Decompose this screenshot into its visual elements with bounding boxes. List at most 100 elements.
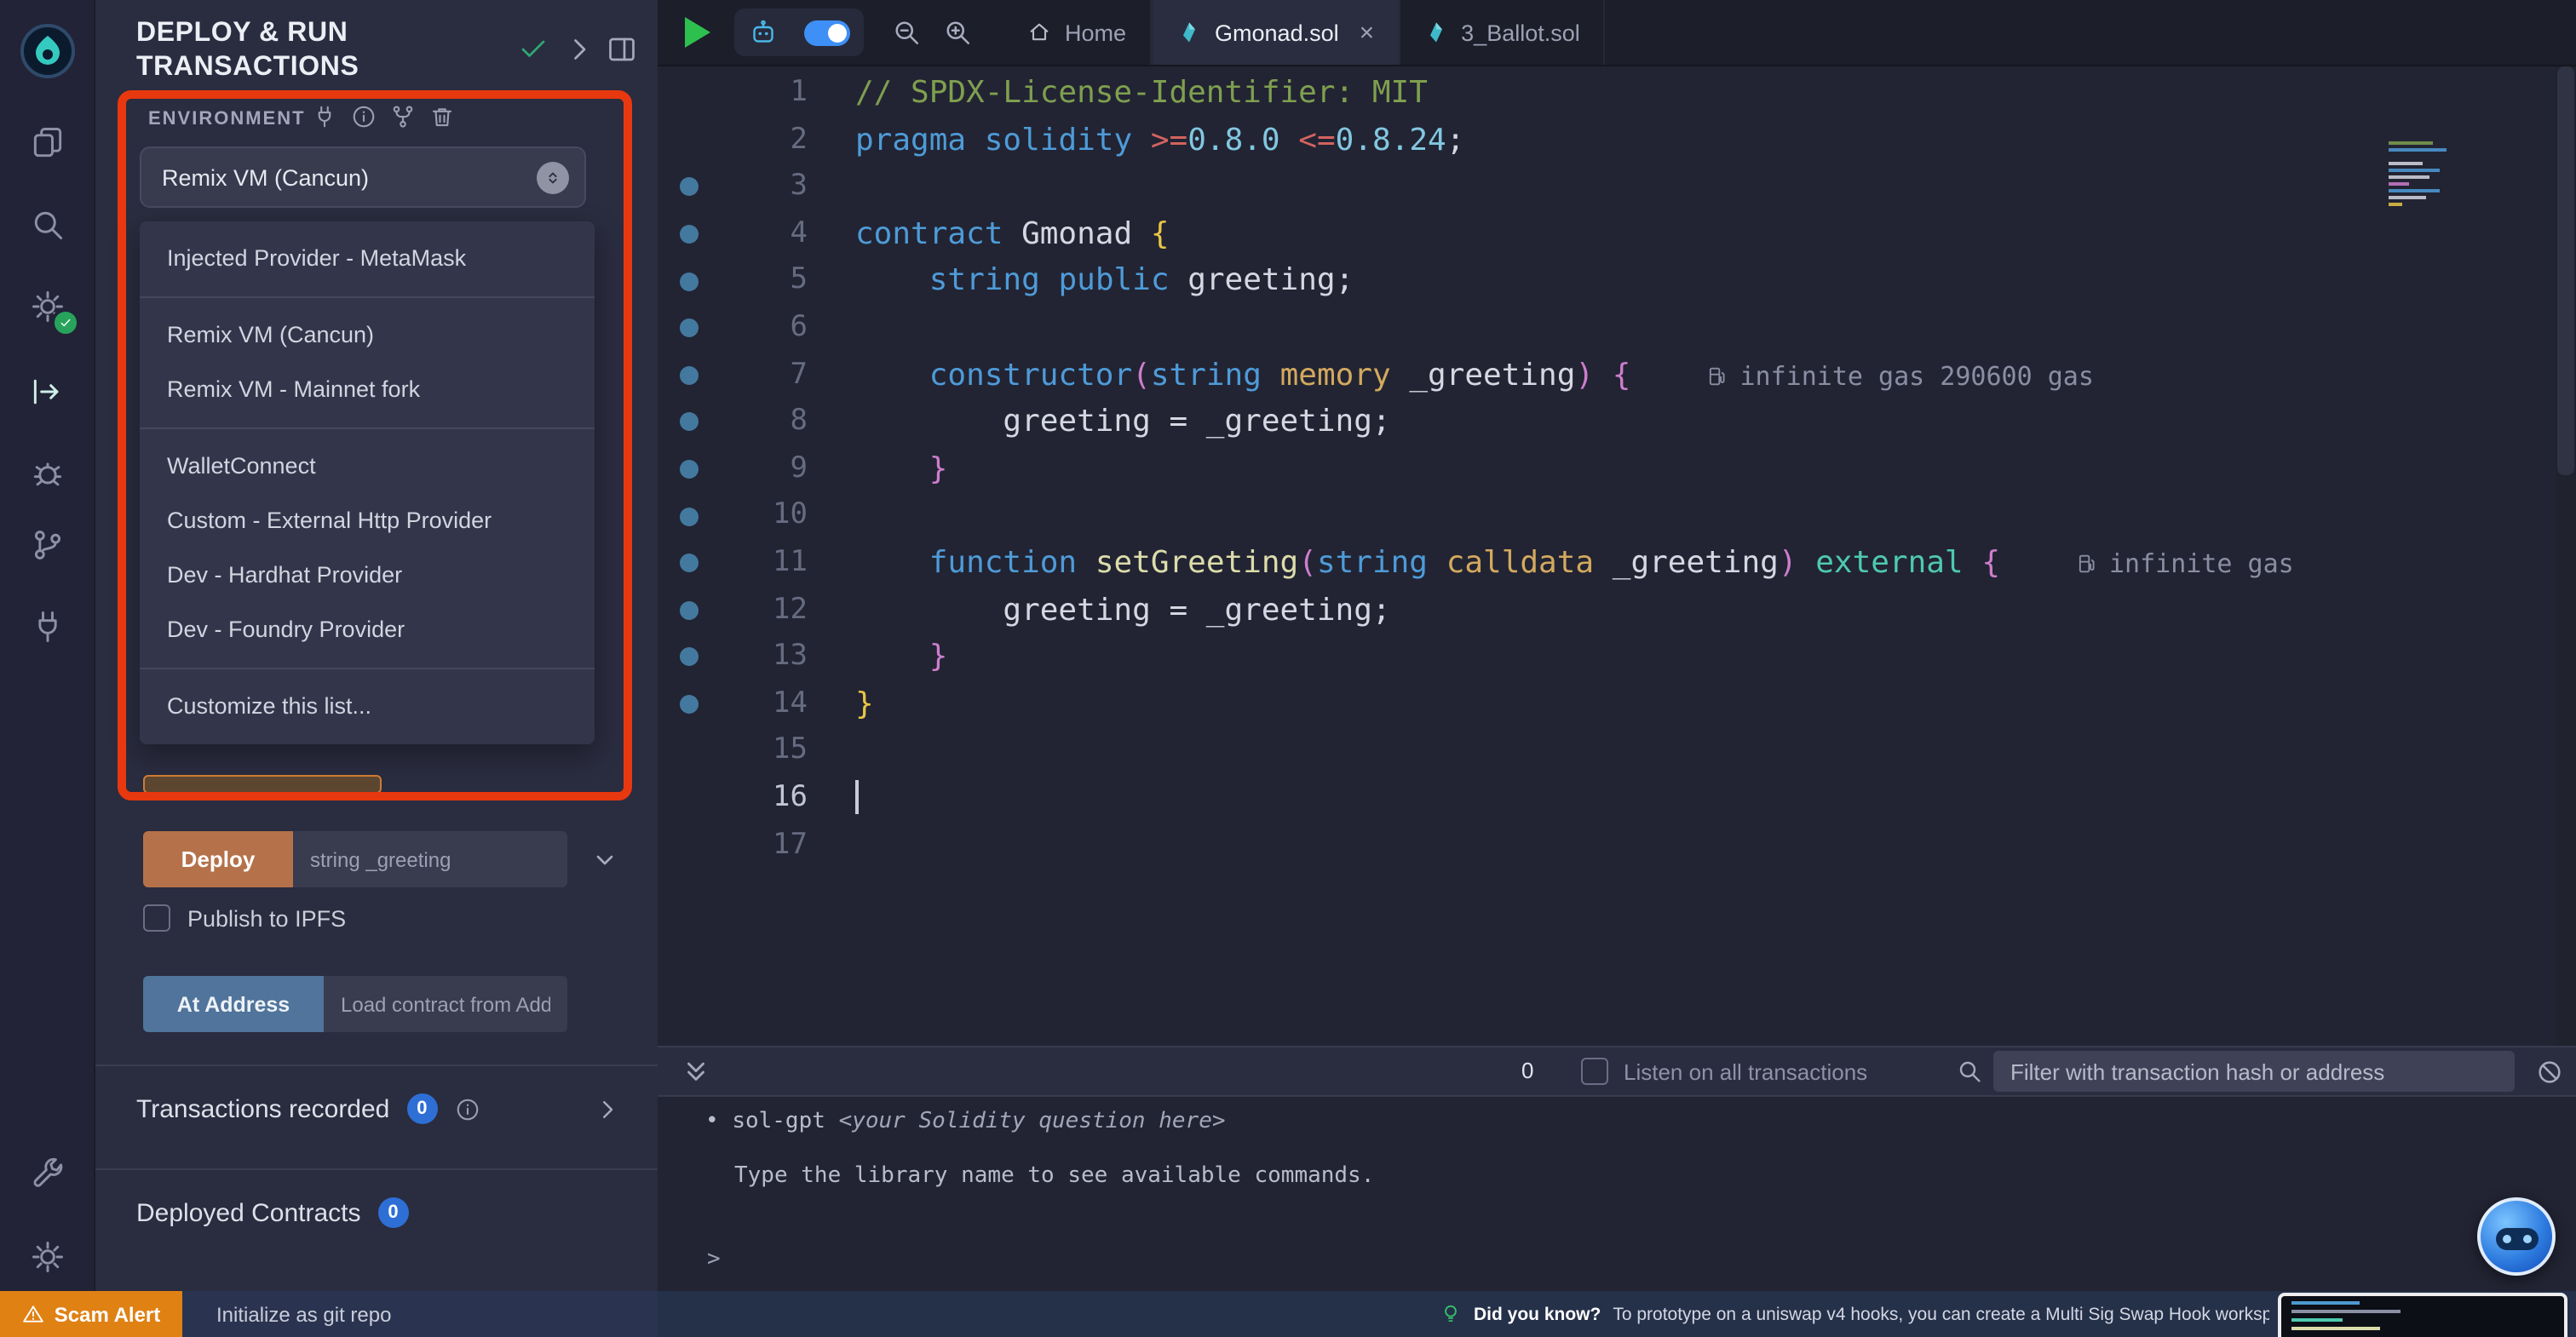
environment-option[interactable]: WalletConnect (140, 439, 595, 494)
chevron-right-icon[interactable] (595, 1096, 620, 1122)
gutter[interactable] (658, 258, 719, 305)
scrollbar-handle[interactable] (2557, 66, 2574, 475)
listen-all-transactions-checkbox[interactable] (1581, 1058, 1608, 1085)
code-line[interactable]: 5 string public greeting; (658, 258, 2576, 305)
code-line[interactable]: 17 (658, 822, 2576, 869)
gutter[interactable] (658, 540, 719, 587)
collapse-terminal-icon[interactable] (681, 1058, 710, 1087)
code-editor[interactable]: 1 // SPDX-License-Identifier: MIT 2 pragma … (658, 66, 2576, 1046)
run-script-button[interactable] (685, 17, 710, 48)
code-line[interactable]: 9 } (658, 446, 2576, 493)
code-line[interactable]: 11 function setGreeting(string calldata … (658, 540, 2576, 587)
plugin-manager-icon[interactable] (0, 589, 94, 664)
code-line[interactable]: 14} (658, 680, 2576, 727)
screen-recording-preview[interactable] (2278, 1293, 2567, 1337)
terminal-output[interactable]: • sol-gpt <your Solidity question here> … (658, 1097, 2576, 1291)
info-icon[interactable] (351, 104, 377, 129)
scam-alert-button[interactable]: Scam Alert (0, 1291, 182, 1337)
code-line[interactable]: 12 greeting = _greeting; (658, 587, 2576, 634)
environment-option[interactable]: Customize this list... (140, 680, 595, 734)
terminal-prompt[interactable]: > (707, 1247, 721, 1272)
environment-option[interactable]: Remix VM (Cancun) (140, 308, 595, 363)
environment-select[interactable]: Remix VM (Cancun) (140, 146, 586, 208)
tab-gmonad-sol[interactable]: Gmonad.sol × (1152, 0, 1400, 65)
solidity-compiler-icon[interactable] (0, 269, 94, 344)
dropdown-divider (140, 296, 595, 298)
gutter[interactable] (658, 822, 719, 869)
gutter[interactable] (658, 680, 719, 727)
init-git-repo-button[interactable]: Initialize as git repo (182, 1291, 658, 1337)
transaction-filter-input[interactable] (1993, 1051, 2515, 1092)
clear-console-icon[interactable] (2535, 1058, 2564, 1087)
search-icon[interactable] (1956, 1058, 1983, 1085)
code-line[interactable]: 10 (658, 493, 2576, 540)
evm-version-badge[interactable] (537, 162, 569, 194)
tab-3-ballot-sol[interactable]: 3_Ballot.sol (1400, 0, 1606, 65)
minimap[interactable] (2389, 138, 2464, 209)
remix-logo[interactable] (0, 14, 94, 89)
code-line[interactable]: 6 (658, 305, 2576, 352)
gutter[interactable] (658, 775, 719, 822)
code-text (808, 775, 859, 822)
gutter[interactable] (658, 70, 719, 117)
terminal-hint: <your Solidity question here> (838, 1109, 1226, 1134)
code-line[interactable]: 8 greeting = _greeting; (658, 399, 2576, 445)
code-line[interactable]: 1 // SPDX-License-Identifier: MIT (658, 70, 2576, 117)
code-line[interactable]: 15 (658, 728, 2576, 775)
gutter[interactable] (658, 493, 719, 540)
at-address-button[interactable]: At Address (143, 976, 324, 1032)
zoom-out-icon[interactable] (891, 17, 922, 48)
environment-option[interactable]: Injected Provider - MetaMask (140, 232, 595, 286)
environment-option[interactable]: Custom - External Http Provider (140, 494, 595, 548)
remix-ai-assistant-button[interactable] (2477, 1197, 2556, 1276)
deploy-button[interactable]: Deploy (143, 831, 293, 887)
code-line[interactable]: 4 contract Gmonad { (658, 211, 2576, 258)
line-number: 11 (773, 544, 808, 579)
code-line[interactable]: 7 constructor(string memory _greeting) {… (658, 352, 2576, 399)
tab-home[interactable]: Home (1003, 0, 1153, 65)
deployed-contracts-row[interactable]: Deployed Contracts 0 (136, 1197, 630, 1228)
copilot-toggle[interactable] (804, 20, 850, 45)
environment-option[interactable]: Dev - Foundry Provider (140, 603, 595, 657)
trash-icon[interactable] (429, 104, 455, 129)
gutter[interactable] (658, 352, 719, 399)
environment-option[interactable]: Dev - Hardhat Provider (140, 548, 595, 603)
transactions-recorded-row[interactable]: Transactions recorded 0 (136, 1093, 630, 1124)
pin-icon[interactable] (312, 104, 337, 129)
gutter[interactable] (658, 587, 719, 634)
publish-ipfs-checkbox[interactable] (143, 904, 170, 932)
deploy-run-icon[interactable] (0, 354, 94, 429)
code-line[interactable]: 3 (658, 164, 2576, 210)
chevron-right-icon[interactable] (564, 34, 595, 65)
debugger-icon[interactable] (0, 436, 94, 511)
close-icon[interactable]: × (1360, 18, 1375, 47)
info-icon[interactable] (454, 1096, 480, 1122)
editor-scrollbar[interactable] (2556, 66, 2576, 1046)
gutter[interactable] (658, 211, 719, 258)
at-address-input[interactable] (324, 976, 567, 1032)
split-panel-icon[interactable] (607, 34, 637, 65)
git-icon[interactable] (0, 508, 94, 582)
fork-icon[interactable] (390, 104, 416, 129)
settings-gear-icon[interactable] (0, 1219, 94, 1294)
tools-wrench-icon[interactable] (0, 1136, 94, 1211)
gutter[interactable] (658, 164, 719, 210)
code-line[interactable]: 2 pragma solidity >=0.8.0 <=0.8.24; (658, 117, 2576, 164)
gutter[interactable] (658, 634, 719, 680)
code-line[interactable]: 16 (658, 775, 2576, 822)
file-explorer-icon[interactable] (0, 106, 94, 181)
gutter[interactable] (658, 399, 719, 445)
terminal-line: Type the library name to see available c… (734, 1163, 1375, 1189)
gutter[interactable] (658, 446, 719, 493)
environment-option[interactable]: Remix VM - Mainnet fork (140, 363, 595, 417)
zoom-in-icon[interactable] (942, 17, 973, 48)
gutter[interactable] (658, 117, 719, 164)
chevron-down-icon[interactable] (591, 846, 618, 873)
search-icon[interactable] (0, 187, 94, 262)
gutter[interactable] (658, 305, 719, 352)
code-line[interactable]: 13 } (658, 634, 2576, 680)
constructor-args-input[interactable] (293, 831, 567, 887)
gutter[interactable] (658, 728, 719, 775)
